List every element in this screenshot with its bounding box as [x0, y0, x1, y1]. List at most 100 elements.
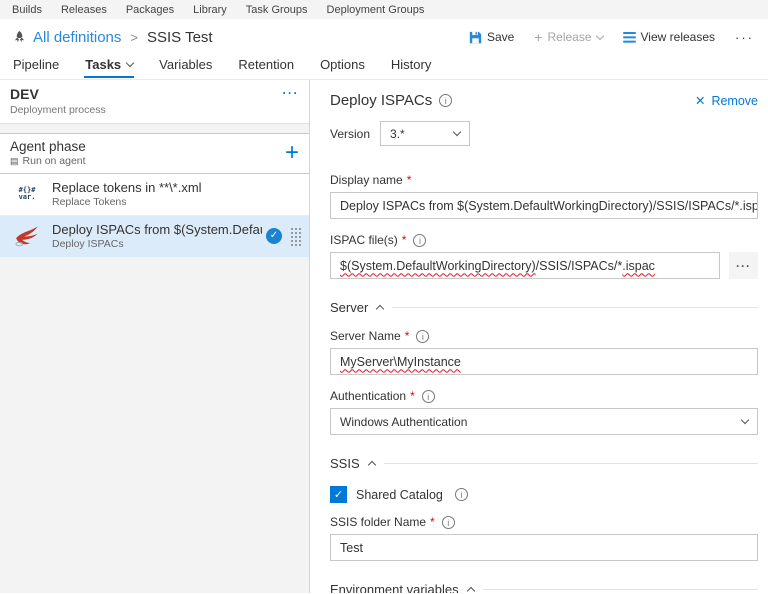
- stage-subtitle: Deployment process: [10, 104, 106, 116]
- display-name-input[interactable]: Deploy ISPACs from $(System.DefaultWorki…: [330, 192, 758, 219]
- tab-retention[interactable]: Retention: [237, 55, 295, 78]
- add-task-button[interactable]: +: [285, 144, 299, 162]
- shared-catalog-label: Shared Catalog: [356, 488, 443, 502]
- ispac-files-value-part1: $(System.DefaultWorkingDirectory): [340, 259, 536, 273]
- breadcrumb-separator: >: [130, 30, 138, 45]
- ssis-icon: [12, 223, 42, 249]
- server-name-input[interactable]: MyServer\MyInstance: [330, 348, 758, 375]
- page-title: SSIS Test: [147, 29, 213, 46]
- server-name-value: MyServer\MyInstance: [340, 355, 461, 369]
- phase-name: Agent phase: [10, 139, 86, 154]
- task-configuration-panel: Deploy ISPACs i ✕ Remove Version 3.* Dis…: [310, 80, 768, 593]
- section-divider: [384, 463, 758, 464]
- chevron-up-icon: [376, 305, 384, 313]
- required-asterisk: *: [402, 233, 407, 247]
- save-button[interactable]: Save: [469, 30, 514, 44]
- task-subtitle: Deploy ISPACs: [52, 238, 262, 250]
- task-title: Replace tokens in **\*.xml: [52, 180, 301, 195]
- tab-variables[interactable]: Variables: [158, 55, 213, 78]
- section-ssis-label: SSIS: [330, 456, 360, 471]
- tab-variables-label: Variables: [159, 57, 212, 72]
- replace-tokens-icon: #{}# var.: [12, 181, 42, 207]
- task-row-replace-tokens[interactable]: #{}# var. Replace tokens in **\*.xml Rep…: [0, 174, 309, 216]
- remove-x-icon: ✕: [695, 93, 705, 108]
- ispac-files-label: ISPAC file(s): [330, 233, 398, 247]
- tab-options-label: Options: [320, 57, 365, 72]
- display-name-label: Display name: [330, 173, 403, 187]
- required-asterisk: *: [407, 173, 412, 187]
- stage-name: DEV: [10, 86, 106, 102]
- tab-bar: Pipeline Tasks Variables Retention Optio…: [0, 55, 768, 80]
- section-server-label: Server: [330, 300, 368, 315]
- section-ssis[interactable]: SSIS: [330, 456, 758, 471]
- release-definition-icon: [12, 30, 27, 45]
- ssis-folder-name-input[interactable]: Test: [330, 534, 758, 561]
- ssis-folder-name-value: Test: [340, 541, 363, 555]
- nav-item-deployment-groups[interactable]: Deployment Groups: [327, 4, 425, 16]
- chevron-down-icon: [453, 128, 461, 136]
- chevron-up-icon: [466, 587, 474, 593]
- view-releases-button[interactable]: View releases: [623, 30, 715, 44]
- tab-tasks-label: Tasks: [85, 57, 121, 72]
- nav-item-releases[interactable]: Releases: [61, 4, 107, 16]
- section-server[interactable]: Server: [330, 300, 758, 315]
- info-icon[interactable]: i: [416, 330, 429, 343]
- ispac-files-value-part2: /SSIS/ISPACs/*: [536, 259, 623, 273]
- tab-retention-label: Retention: [238, 57, 294, 72]
- breadcrumb-all-definitions[interactable]: All definitions: [33, 29, 121, 46]
- required-asterisk: *: [405, 329, 410, 343]
- tab-history-label: History: [391, 57, 431, 72]
- authentication-select[interactable]: Windows Authentication: [330, 408, 758, 435]
- chevron-down-icon: [126, 59, 134, 67]
- shared-catalog-checkbox[interactable]: ✓: [330, 486, 347, 503]
- stage-more-button[interactable]: ···: [283, 86, 300, 116]
- nav-item-builds[interactable]: Builds: [12, 4, 42, 16]
- stage-dev[interactable]: DEV Deployment process ···: [0, 80, 309, 124]
- release-button[interactable]: + Release: [534, 29, 602, 45]
- tab-tasks[interactable]: Tasks: [84, 55, 134, 78]
- ispac-files-input[interactable]: $(System.DefaultWorkingDirectory)/SSIS/I…: [330, 252, 720, 279]
- info-icon[interactable]: i: [455, 488, 468, 501]
- version-select[interactable]: 3.*: [380, 121, 470, 146]
- save-label: Save: [487, 30, 514, 44]
- task-title: Deploy ISPACs from $(System.DefaultW...: [52, 222, 262, 237]
- shared-catalog-checkbox-row[interactable]: ✓ Shared Catalog i: [330, 486, 758, 503]
- remove-label: Remove: [711, 94, 758, 108]
- nav-item-library[interactable]: Library: [193, 4, 227, 16]
- task-row-deploy-ispacs[interactable]: Deploy ISPACs from $(System.DefaultW... …: [0, 216, 309, 257]
- agent-phase-header[interactable]: Agent phase ▤ Run on agent +: [0, 133, 309, 174]
- section-divider: [392, 307, 758, 308]
- replace-tokens-icon-line2: var.: [19, 194, 36, 201]
- chevron-up-icon: [367, 461, 375, 469]
- tab-options[interactable]: Options: [319, 55, 366, 78]
- remove-task-button[interactable]: ✕ Remove: [695, 93, 758, 108]
- task-form-title: Deploy ISPACs: [330, 92, 432, 109]
- section-environment-variables[interactable]: Environment variables: [330, 582, 758, 593]
- page-header: All definitions > SSIS Test Save + Relea…: [0, 19, 768, 55]
- list-icon: [623, 32, 636, 43]
- header-actions: Save + Release View releases ···: [469, 29, 754, 45]
- authentication-value: Windows Authentication: [340, 415, 467, 429]
- panel-gap: [0, 124, 309, 133]
- info-icon[interactable]: i: [439, 94, 452, 107]
- view-releases-label: View releases: [641, 30, 715, 44]
- info-icon[interactable]: i: [413, 234, 426, 247]
- nav-item-packages[interactable]: Packages: [126, 4, 174, 16]
- task-drag-handle[interactable]: [290, 227, 301, 246]
- tab-pipeline-label: Pipeline: [13, 57, 59, 72]
- display-name-value: Deploy ISPACs from $(System.DefaultWorki…: [340, 199, 758, 213]
- tab-pipeline[interactable]: Pipeline: [12, 55, 60, 78]
- tab-history[interactable]: History: [390, 55, 432, 78]
- info-icon[interactable]: i: [442, 516, 455, 529]
- top-navigation: Builds Releases Packages Library Task Gr…: [0, 0, 768, 19]
- info-icon[interactable]: i: [422, 390, 435, 403]
- plus-icon: +: [534, 29, 542, 45]
- version-value: 3.*: [390, 127, 405, 141]
- nav-item-task-groups[interactable]: Task Groups: [246, 4, 308, 16]
- required-asterisk: *: [430, 515, 435, 529]
- ispac-files-browse-button[interactable]: ···: [729, 252, 758, 279]
- task-enabled-check-icon: ✓: [266, 228, 282, 244]
- save-icon: [469, 31, 482, 44]
- version-label: Version: [330, 127, 370, 141]
- more-options-button[interactable]: ···: [735, 30, 754, 45]
